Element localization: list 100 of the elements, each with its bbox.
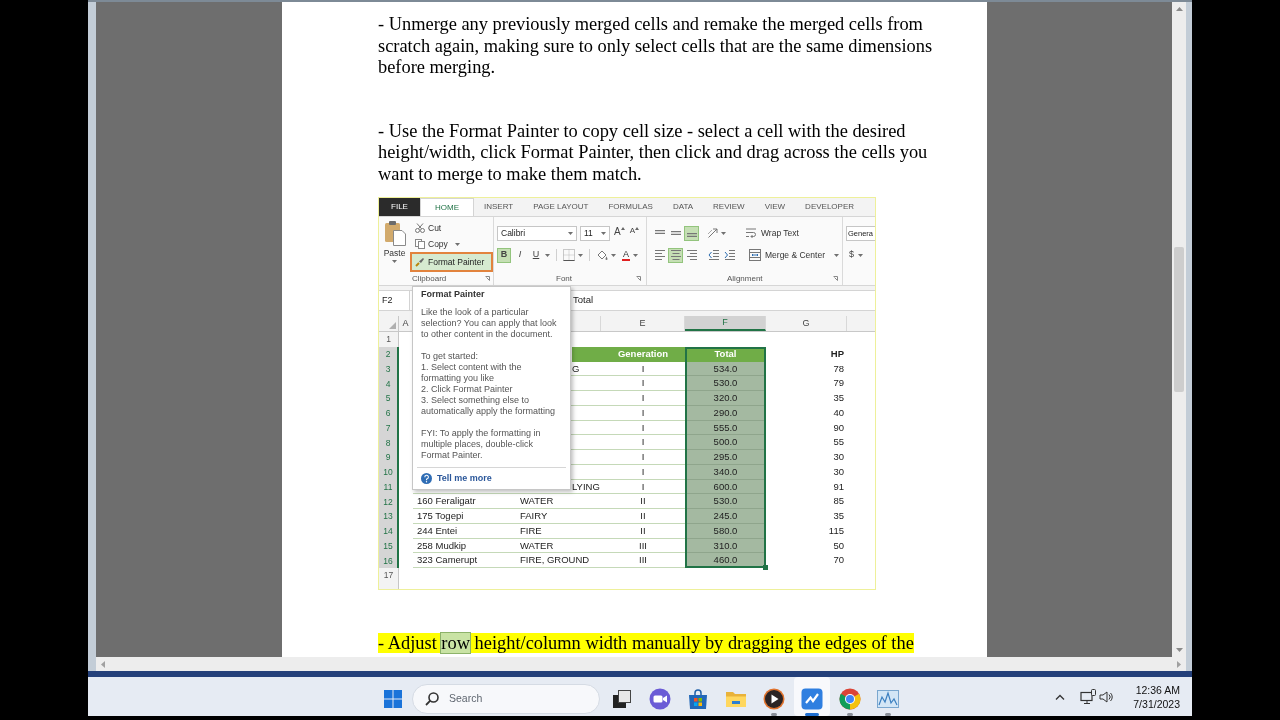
chevron-up-icon <box>1055 693 1066 700</box>
ribbon-tab[interactable]: HOME <box>420 198 474 216</box>
row-header[interactable]: 5 <box>379 391 399 406</box>
ribbon-tab[interactable]: PAGE LAYOUT <box>523 198 599 216</box>
ribbon-group-label: Font <box>556 274 572 283</box>
table-cell: 245.0 <box>685 509 766 524</box>
font-color-button[interactable]: A <box>622 247 638 263</box>
row-header[interactable]: 9 <box>379 450 399 465</box>
align-left-icon <box>654 250 665 260</box>
merge-center-button[interactable]: Merge & Center <box>747 247 841 263</box>
cut-button[interactable]: Cut <box>410 220 447 236</box>
table-cell: 244 Entei <box>413 523 516 539</box>
speaker-icon[interactable] <box>1099 689 1114 704</box>
row-header[interactable]: 8 <box>379 435 399 450</box>
scroll-right-arrow-icon[interactable] <box>1177 660 1181 668</box>
formula-field[interactable]: Total <box>572 291 875 310</box>
font-name-dropdown[interactable]: Calibri <box>497 225 577 241</box>
ribbon-tab[interactable]: FILE <box>379 198 420 216</box>
document-paragraph: - Unmerge any previously merged cells and remake the merged cells from scratch again, making sure to only select cells that are the same dimensions before merging. <box>378 14 934 79</box>
dialog-launcher-icon[interactable] <box>833 276 838 281</box>
table-cell: 323 Camerupt <box>413 553 516 568</box>
row-header[interactable]: 1 <box>379 332 399 347</box>
align-center-icon <box>670 250 681 260</box>
align-right-button[interactable] <box>684 247 699 263</box>
clipboard-icon <box>383 220 406 246</box>
table-cell: WATER <box>516 494 601 509</box>
row-header[interactable]: 4 <box>379 376 399 391</box>
decrease-font-size-button[interactable]: A <box>628 226 640 240</box>
paste-button[interactable]: Paste <box>379 217 410 272</box>
ribbon-tab[interactable]: INSERT <box>474 198 524 216</box>
fill-handle-icon[interactable] <box>763 565 768 570</box>
row-header[interactable]: 13 <box>379 509 399 524</box>
table-cell: I <box>601 435 685 450</box>
caret-icon <box>721 231 726 235</box>
name-box[interactable]: F2 <box>379 291 410 310</box>
line-graph-window-icon <box>877 688 899 710</box>
scroll-up-arrow-icon[interactable] <box>1175 7 1183 11</box>
tricolor-circle-icon <box>839 688 861 710</box>
document-paragraph: - Adjust row height/column width manually by dragging the edges of the <box>378 633 915 655</box>
table-cell: II <box>601 509 685 524</box>
currency-format-button[interactable]: $ <box>846 247 866 263</box>
format-painter-button[interactable]: Format Painter <box>410 252 493 272</box>
clock-time: 12:36 AM <box>1135 682 1180 697</box>
dialog-launcher-icon[interactable] <box>485 276 490 281</box>
merge-cells-icon <box>749 249 761 261</box>
table-cell: I <box>601 405 685 421</box>
table-cell: I <box>601 479 685 495</box>
ribbon-tab[interactable]: REVIEW <box>703 198 755 216</box>
ribbon-group-label: Alignment <box>727 274 763 283</box>
font-size-dropdown[interactable]: 11 <box>580 225 610 241</box>
scrollbar-thumb[interactable] <box>1174 247 1184 392</box>
decrease-indent-button[interactable] <box>708 247 720 263</box>
row-header[interactable]: 16 <box>379 553 399 568</box>
caret-icon <box>454 242 460 246</box>
caret-icon <box>568 231 573 235</box>
table-cell: I <box>601 464 685 480</box>
increase-font-size-button[interactable]: A <box>613 226 626 240</box>
monitor-icon[interactable] <box>1080 688 1097 705</box>
column-header[interactable]: G <box>766 316 847 331</box>
search-input[interactable]: Search <box>449 690 569 707</box>
ribbon-tab[interactable]: FORMULAS <box>598 198 663 216</box>
tooltip-text: 1. Select content with the formatting you like <box>421 362 523 384</box>
italic-button[interactable]: I <box>513 247 527 263</box>
borders-button[interactable] <box>563 247 583 263</box>
table-cell: G <box>572 361 601 377</box>
row-header[interactable]: 17 <box>379 568 399 583</box>
align-left-button[interactable] <box>652 247 667 263</box>
table-cell: 530.0 <box>685 376 766 391</box>
row-header[interactable]: 12 <box>379 494 399 509</box>
scroll-left-arrow-icon[interactable] <box>101 660 105 668</box>
table-cell: 160 Feraligatr <box>413 494 516 509</box>
underline-button[interactable]: U <box>529 247 543 263</box>
wrap-text-button[interactable]: Wrap Text <box>743 225 801 241</box>
caret-icon <box>578 253 583 257</box>
tooltip-text: 3. Select something else to automatically apply the formatting <box>421 395 557 417</box>
overlapping-squares-icon <box>611 688 633 710</box>
table-cell-text: 70 <box>832 553 845 568</box>
align-bottom-button[interactable] <box>684 225 699 241</box>
copy-icon <box>415 239 425 249</box>
table-cell-text: 90 <box>832 420 845 435</box>
table-cell-text: 35 <box>832 391 845 405</box>
copy-button[interactable]: Copy <box>410 236 465 252</box>
table-cell-text: 30 <box>832 464 845 479</box>
search-bar[interactable]: Search <box>412 683 600 714</box>
table-cell: FIRE, GROUND <box>516 553 601 568</box>
tell-me-more-link[interactable]: Tell me more <box>421 473 492 484</box>
increase-indent-button[interactable] <box>724 247 736 263</box>
scroll-down-arrow-icon[interactable] <box>1175 648 1183 652</box>
column-header[interactable]: F <box>685 316 766 331</box>
ribbon-tab[interactable]: DEVELOPER <box>795 198 864 216</box>
table-cell: I <box>601 376 685 391</box>
table-cell: FIRE <box>516 523 601 539</box>
ribbon-tab[interactable]: DATA <box>662 198 704 216</box>
tooltip-text: Like the look of a particular selection? You can apply that look to other content in the document. <box>421 307 558 340</box>
align-center-button[interactable] <box>668 247 683 263</box>
dialog-launcher-icon[interactable] <box>636 276 641 281</box>
ribbon-tab[interactable]: VIEW <box>754 198 796 216</box>
table-cell: FAIRY <box>516 509 601 524</box>
bold-button[interactable]: B <box>497 247 511 263</box>
table-cell: I <box>601 361 685 377</box>
